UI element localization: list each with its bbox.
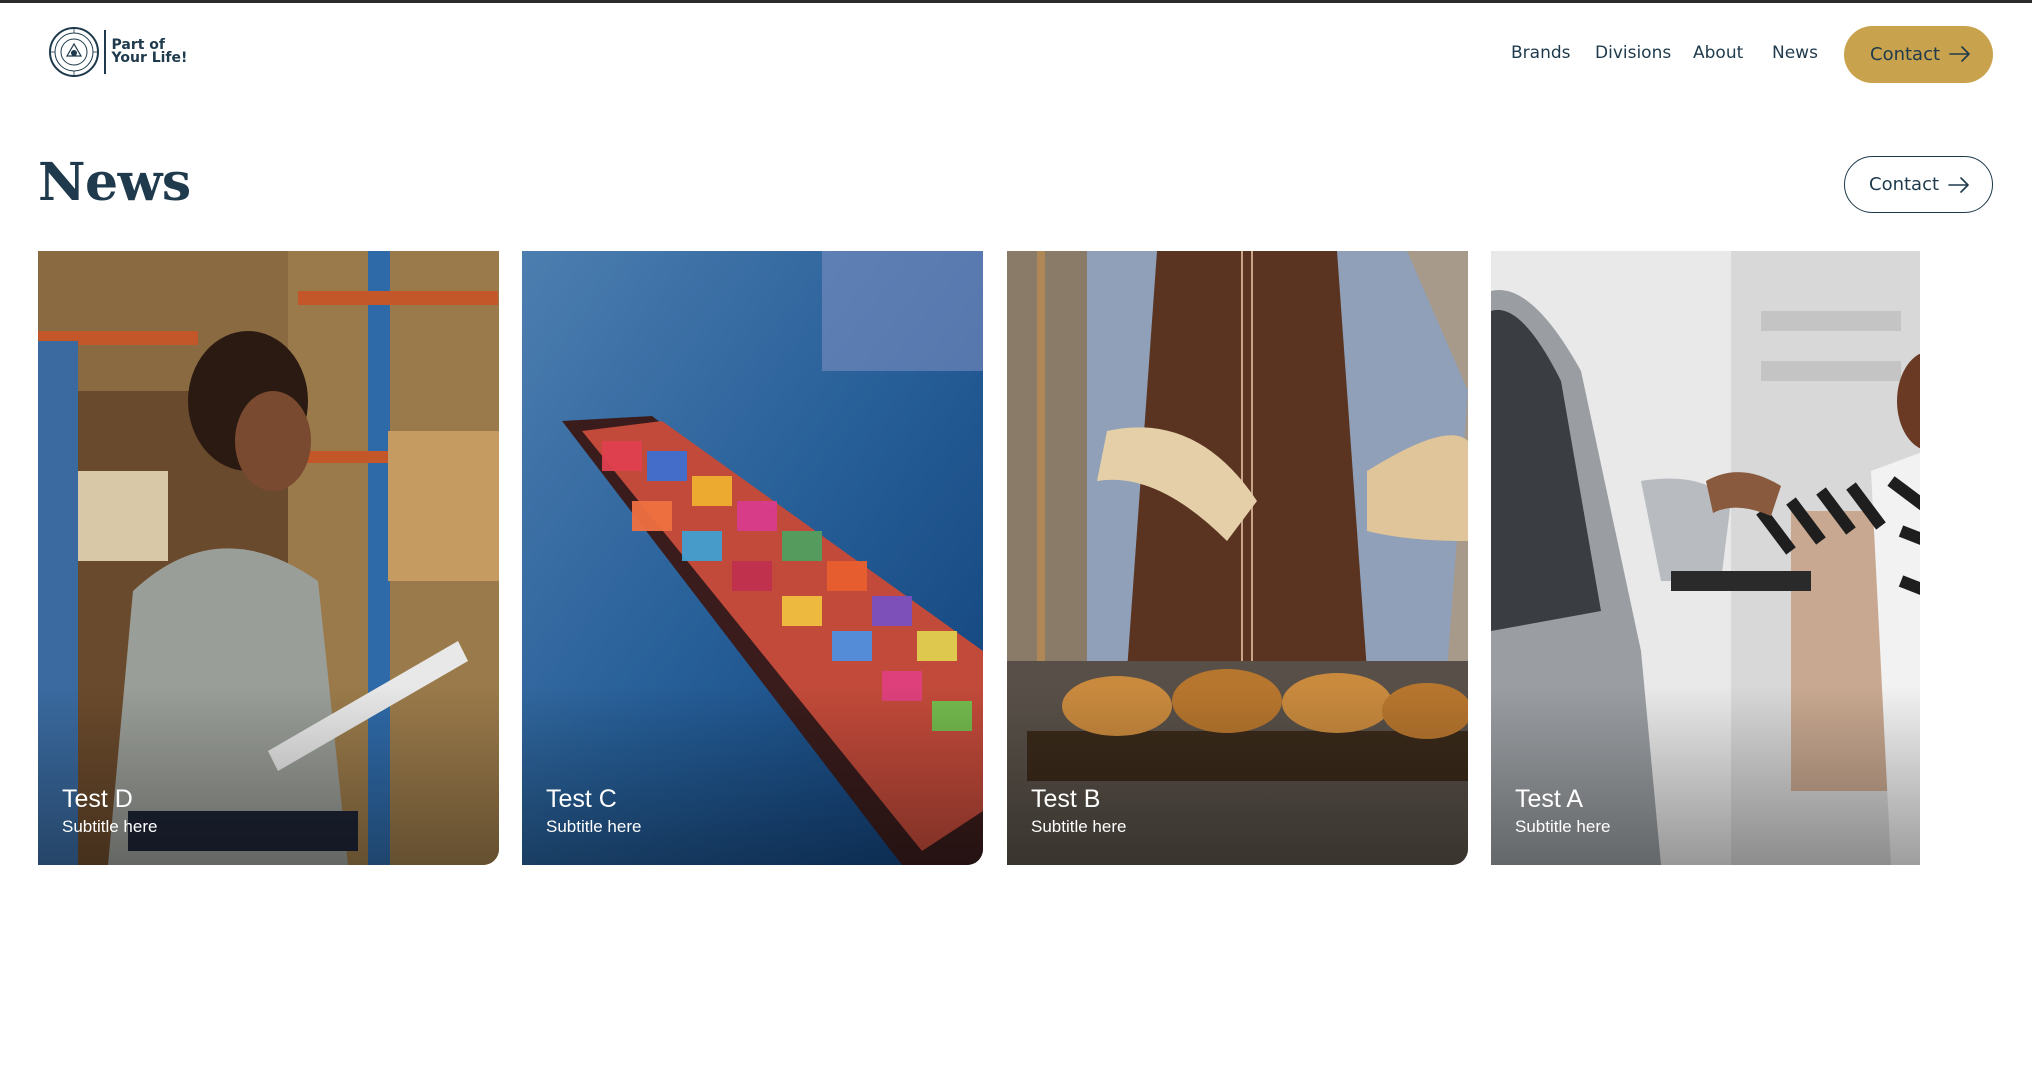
nav-about[interactable]: About — [1693, 43, 1743, 63]
arrow-right-icon — [1949, 46, 1970, 62]
card-subtitle: Subtitle here — [62, 817, 158, 836]
news-card[interactable]: Test A Subtitle here — [1491, 251, 1952, 865]
carousel-edge-fade — [1920, 251, 2032, 865]
logo-divider — [104, 30, 106, 74]
nav-divisions[interactable]: Divisions — [1595, 43, 1671, 63]
news-card[interactable]: Test B Subtitle here — [1007, 251, 1468, 865]
header-contact-button[interactable]: Contact — [1844, 26, 1993, 83]
next-section-heading-clipped — [820, 1052, 1240, 1081]
card-gradient — [1007, 685, 1468, 865]
card-subtitle: Subtitle here — [1031, 817, 1127, 836]
card-title: Test D — [62, 785, 133, 813]
card-gradient — [38, 685, 499, 865]
logo-line-2: Your Life! — [111, 50, 188, 66]
seal-logo-icon — [49, 27, 99, 77]
header-contact-label: Contact — [1870, 44, 1941, 65]
news-contact-button[interactable]: Contact — [1844, 156, 1993, 213]
news-card[interactable]: Test D Subtitle here — [38, 251, 499, 865]
card-title: Test C — [546, 785, 617, 813]
logo-tagline: Part of Your Life! — [111, 38, 188, 66]
page-title: News — [38, 152, 191, 213]
news-card[interactable]: Test C Subtitle here — [522, 251, 983, 865]
card-subtitle: Subtitle here — [546, 817, 642, 836]
card-title: Test B — [1031, 785, 1101, 813]
card-title: Test A — [1515, 785, 1584, 813]
site-logo[interactable]: Part of Your Life! — [48, 25, 187, 79]
site-header: Part of Your Life! Brands Divisions Abou… — [0, 3, 2032, 103]
card-subtitle: Subtitle here — [1515, 817, 1611, 836]
news-contact-label: Contact — [1869, 174, 1940, 195]
nav-news[interactable]: News — [1772, 43, 1818, 63]
arrow-right-icon — [1948, 177, 1969, 193]
card-gradient — [1491, 685, 1952, 865]
nav-brands[interactable]: Brands — [1511, 43, 1571, 63]
card-gradient — [522, 685, 983, 865]
